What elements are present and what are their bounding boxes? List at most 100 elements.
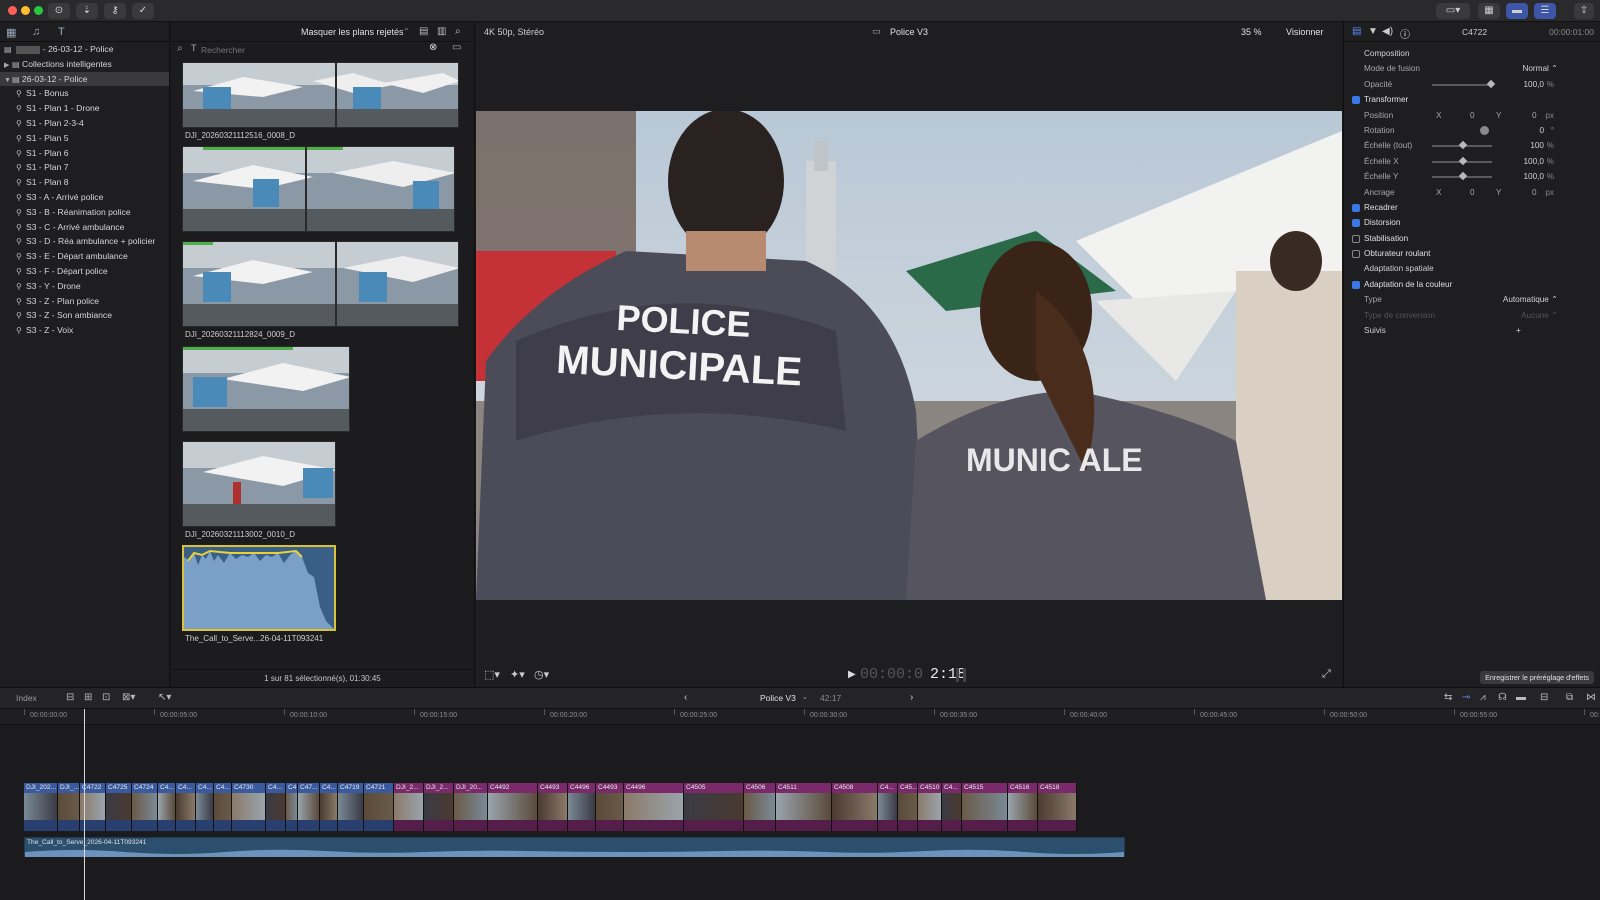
audio-clip-thumbnail[interactable] [182, 545, 336, 631]
timeline-clip[interactable]: DJI_2... [424, 783, 454, 831]
clip-thumbnail[interactable] [182, 346, 350, 432]
sidebar-item[interactable]: ⚲ S1 - Plan 6 [0, 146, 169, 161]
section-checkbox[interactable] [1352, 203, 1360, 212]
fullscreen-icon[interactable]: ⤢ [1322, 668, 1331, 681]
parameter-y-value[interactable]: 0 [1532, 108, 1537, 123]
clear-search-icon[interactable]: ⊗ [429, 42, 437, 53]
search-input[interactable] [201, 43, 421, 56]
section-checkbox[interactable] [1352, 280, 1360, 289]
inspector-parameter[interactable]: Ancrage X 0 Y 0 px [1344, 185, 1600, 200]
enhance-icon[interactable]: ✦▾ [510, 668, 525, 681]
sidebar-item[interactable]: ⚲ S3 - C - Arrivé ambulance [0, 220, 169, 235]
clip-thumbnail[interactable] [182, 146, 455, 232]
parameter-value[interactable]: 100,0 [1524, 169, 1545, 184]
audio-skimming-icon[interactable]: ⩘ [1480, 692, 1486, 703]
connect-clip-icon[interactable]: ⊟ [66, 692, 74, 703]
libraries-icon[interactable]: ▦ [6, 26, 16, 39]
timeline-clip[interactable]: C4505 [684, 783, 744, 831]
timeline-clip[interactable]: C4... [266, 783, 286, 831]
sidebar-item[interactable]: ⚲ S1 - Plan 8 [0, 175, 169, 190]
inspector-parameter[interactable]: Échelle Y 100,0% [1344, 169, 1600, 184]
parameter-value[interactable]: Normal ⌃ [1522, 61, 1558, 76]
sidebar-item[interactable]: ⚲ S3 - D - Réa ambulance + policier [0, 234, 169, 249]
video-inspector-icon[interactable]: ▤ [1352, 26, 1361, 37]
inspector-section[interactable]: Composition [1344, 46, 1600, 61]
sidebar-item[interactable]: ⚲ S1 - Plan 1 - Drone [0, 101, 169, 116]
clip-thumbnail-dji-0010[interactable] [182, 441, 336, 527]
effects-browser-icon[interactable]: ⊟ [1540, 692, 1548, 703]
titles-generators-icon[interactable]: T [58, 26, 65, 38]
snapping-icon[interactable]: ⊸ [1462, 692, 1470, 703]
timeline-clip[interactable]: C4... [176, 783, 196, 831]
inspector-parameter[interactable]: Opacité 100,0% [1344, 77, 1600, 92]
clip-appearance-icon[interactable]: ▥ [437, 26, 446, 37]
inspector-section[interactable]: Recadrer [1344, 200, 1600, 215]
append-clip-icon[interactable]: ⊡ [102, 692, 110, 703]
zoom-dropdown[interactable]: 35 % [1241, 27, 1262, 37]
sidebar-item[interactable]: ⚲ S3 - A - Arrivé police [0, 190, 169, 205]
clip-appearance-timeline-icon[interactable]: ⇆ [1444, 692, 1452, 703]
sidebar-item[interactable]: ⚲ S3 - Y - Drone [0, 279, 169, 294]
history-forward-icon[interactable]: › [910, 692, 913, 703]
timeline-clip[interactable]: C4493 [538, 783, 568, 831]
inspector-section[interactable]: Adaptation de la couleur [1344, 277, 1600, 292]
inspector-parameter[interactable]: Type Automatique ⌃ [1344, 292, 1600, 307]
parameter-value[interactable]: 100 [1530, 138, 1544, 153]
inspector-parameter[interactable]: Échelle X 100,0% [1344, 154, 1600, 169]
save-effects-preset-button[interactable]: Enregistrer le préréglage d'effets [1480, 671, 1594, 684]
screen-options-button[interactable]: ▭▾ [1436, 3, 1470, 19]
parameter-x-value[interactable]: 0 [1470, 185, 1475, 200]
parameter-value[interactable]: 0 [1539, 123, 1544, 138]
inspector-parameter[interactable]: Échelle (tout) 100% [1344, 138, 1600, 153]
sidebar-item[interactable]: ⚲ S3 - Z - Plan police [0, 294, 169, 309]
timeline[interactable]: DJI_202... DJI_... C4722 C4725 C4724 C4... C4.… [0, 725, 1600, 900]
inspector-parameter[interactable]: Position X 0 Y 0 px [1344, 108, 1600, 123]
timeline-clip[interactable]: C45... [898, 783, 918, 831]
timeline-clip[interactable]: C4724 [132, 783, 158, 831]
clip-thumbnail-dji-0009[interactable] [182, 241, 459, 327]
parameter-value[interactable]: Aucune ⌃ [1521, 308, 1558, 323]
timeline-clip[interactable]: C4... [878, 783, 898, 831]
inspector-section[interactable]: Obturateur roulant [1344, 246, 1600, 261]
timeline-clip[interactable]: C4730 [232, 783, 266, 831]
inspector-section[interactable]: Distorsion [1344, 215, 1600, 230]
timeline-clip[interactable]: C4510 [918, 783, 942, 831]
timeline-clip[interactable]: DJI_2... [394, 783, 424, 831]
timeline-clip[interactable]: C4... [214, 783, 232, 831]
timeline-clip[interactable]: DJI_... [58, 783, 80, 831]
minimize-window-button[interactable] [21, 6, 30, 15]
filter-panel-icon[interactable]: ▭ [452, 42, 461, 53]
section-checkbox[interactable] [1352, 96, 1360, 105]
select-tool-icon[interactable]: ↖▾ [158, 692, 171, 703]
sidebar-item[interactable]: ⚲ S1 - Plan 2-3-4 [0, 116, 169, 131]
transitions-browser-icon[interactable]: ⧉ [1566, 692, 1573, 703]
keywords-button[interactable]: ⚷ [104, 3, 126, 19]
timeline-clip[interactable]: C4496 [568, 783, 596, 831]
timeline-clip[interactable]: C4508 [832, 783, 878, 831]
timeline-clip[interactable]: C4721 [364, 783, 394, 831]
index-button[interactable]: Index [16, 693, 37, 703]
audio-inspector-icon[interactable]: ◀) [1382, 26, 1393, 37]
timeline-clip[interactable]: DJI_202... [24, 783, 58, 831]
photos-audio-icon[interactable]: ♫ [32, 26, 40, 38]
parameter-y-value[interactable]: 0 [1532, 185, 1537, 200]
parameter-value[interactable]: 100,0 [1524, 154, 1545, 169]
inspector-section[interactable]: Transformer [1344, 92, 1600, 107]
playhead[interactable] [84, 709, 85, 900]
browser-layout-button[interactable]: ▦ [1478, 3, 1500, 19]
parameter-value[interactable]: Automatique ⌃ [1503, 292, 1558, 307]
timeline-zoom-icon[interactable]: ▬ [1516, 692, 1526, 703]
timeline-clip[interactable]: C4... [942, 783, 962, 831]
timeline-project-name[interactable]: Police V3 [760, 693, 796, 703]
sidebar-item[interactable]: ⚲ S1 - Plan 5 [0, 131, 169, 146]
audio-track-clip[interactable]: The_Call_to_Serve_2026-04-11T093241 [24, 837, 1125, 857]
timeline-clip[interactable]: C4492 [488, 783, 538, 831]
timeline-clip[interactable]: DJI_20... [454, 783, 488, 831]
sidebar-item[interactable]: ▼▤ 26-03-12 - Police [0, 71, 169, 87]
timeline-clip[interactable]: C4... [158, 783, 176, 831]
background-tasks-button[interactable]: ✓ [132, 3, 154, 19]
section-checkbox[interactable] [1352, 219, 1360, 228]
overwrite-clip-icon[interactable]: ⊠▾ [122, 692, 135, 703]
sidebar-item[interactable]: ⚲ S3 - F - Départ police [0, 264, 169, 279]
color-inspector-icon[interactable]: ▼ [1368, 26, 1378, 37]
